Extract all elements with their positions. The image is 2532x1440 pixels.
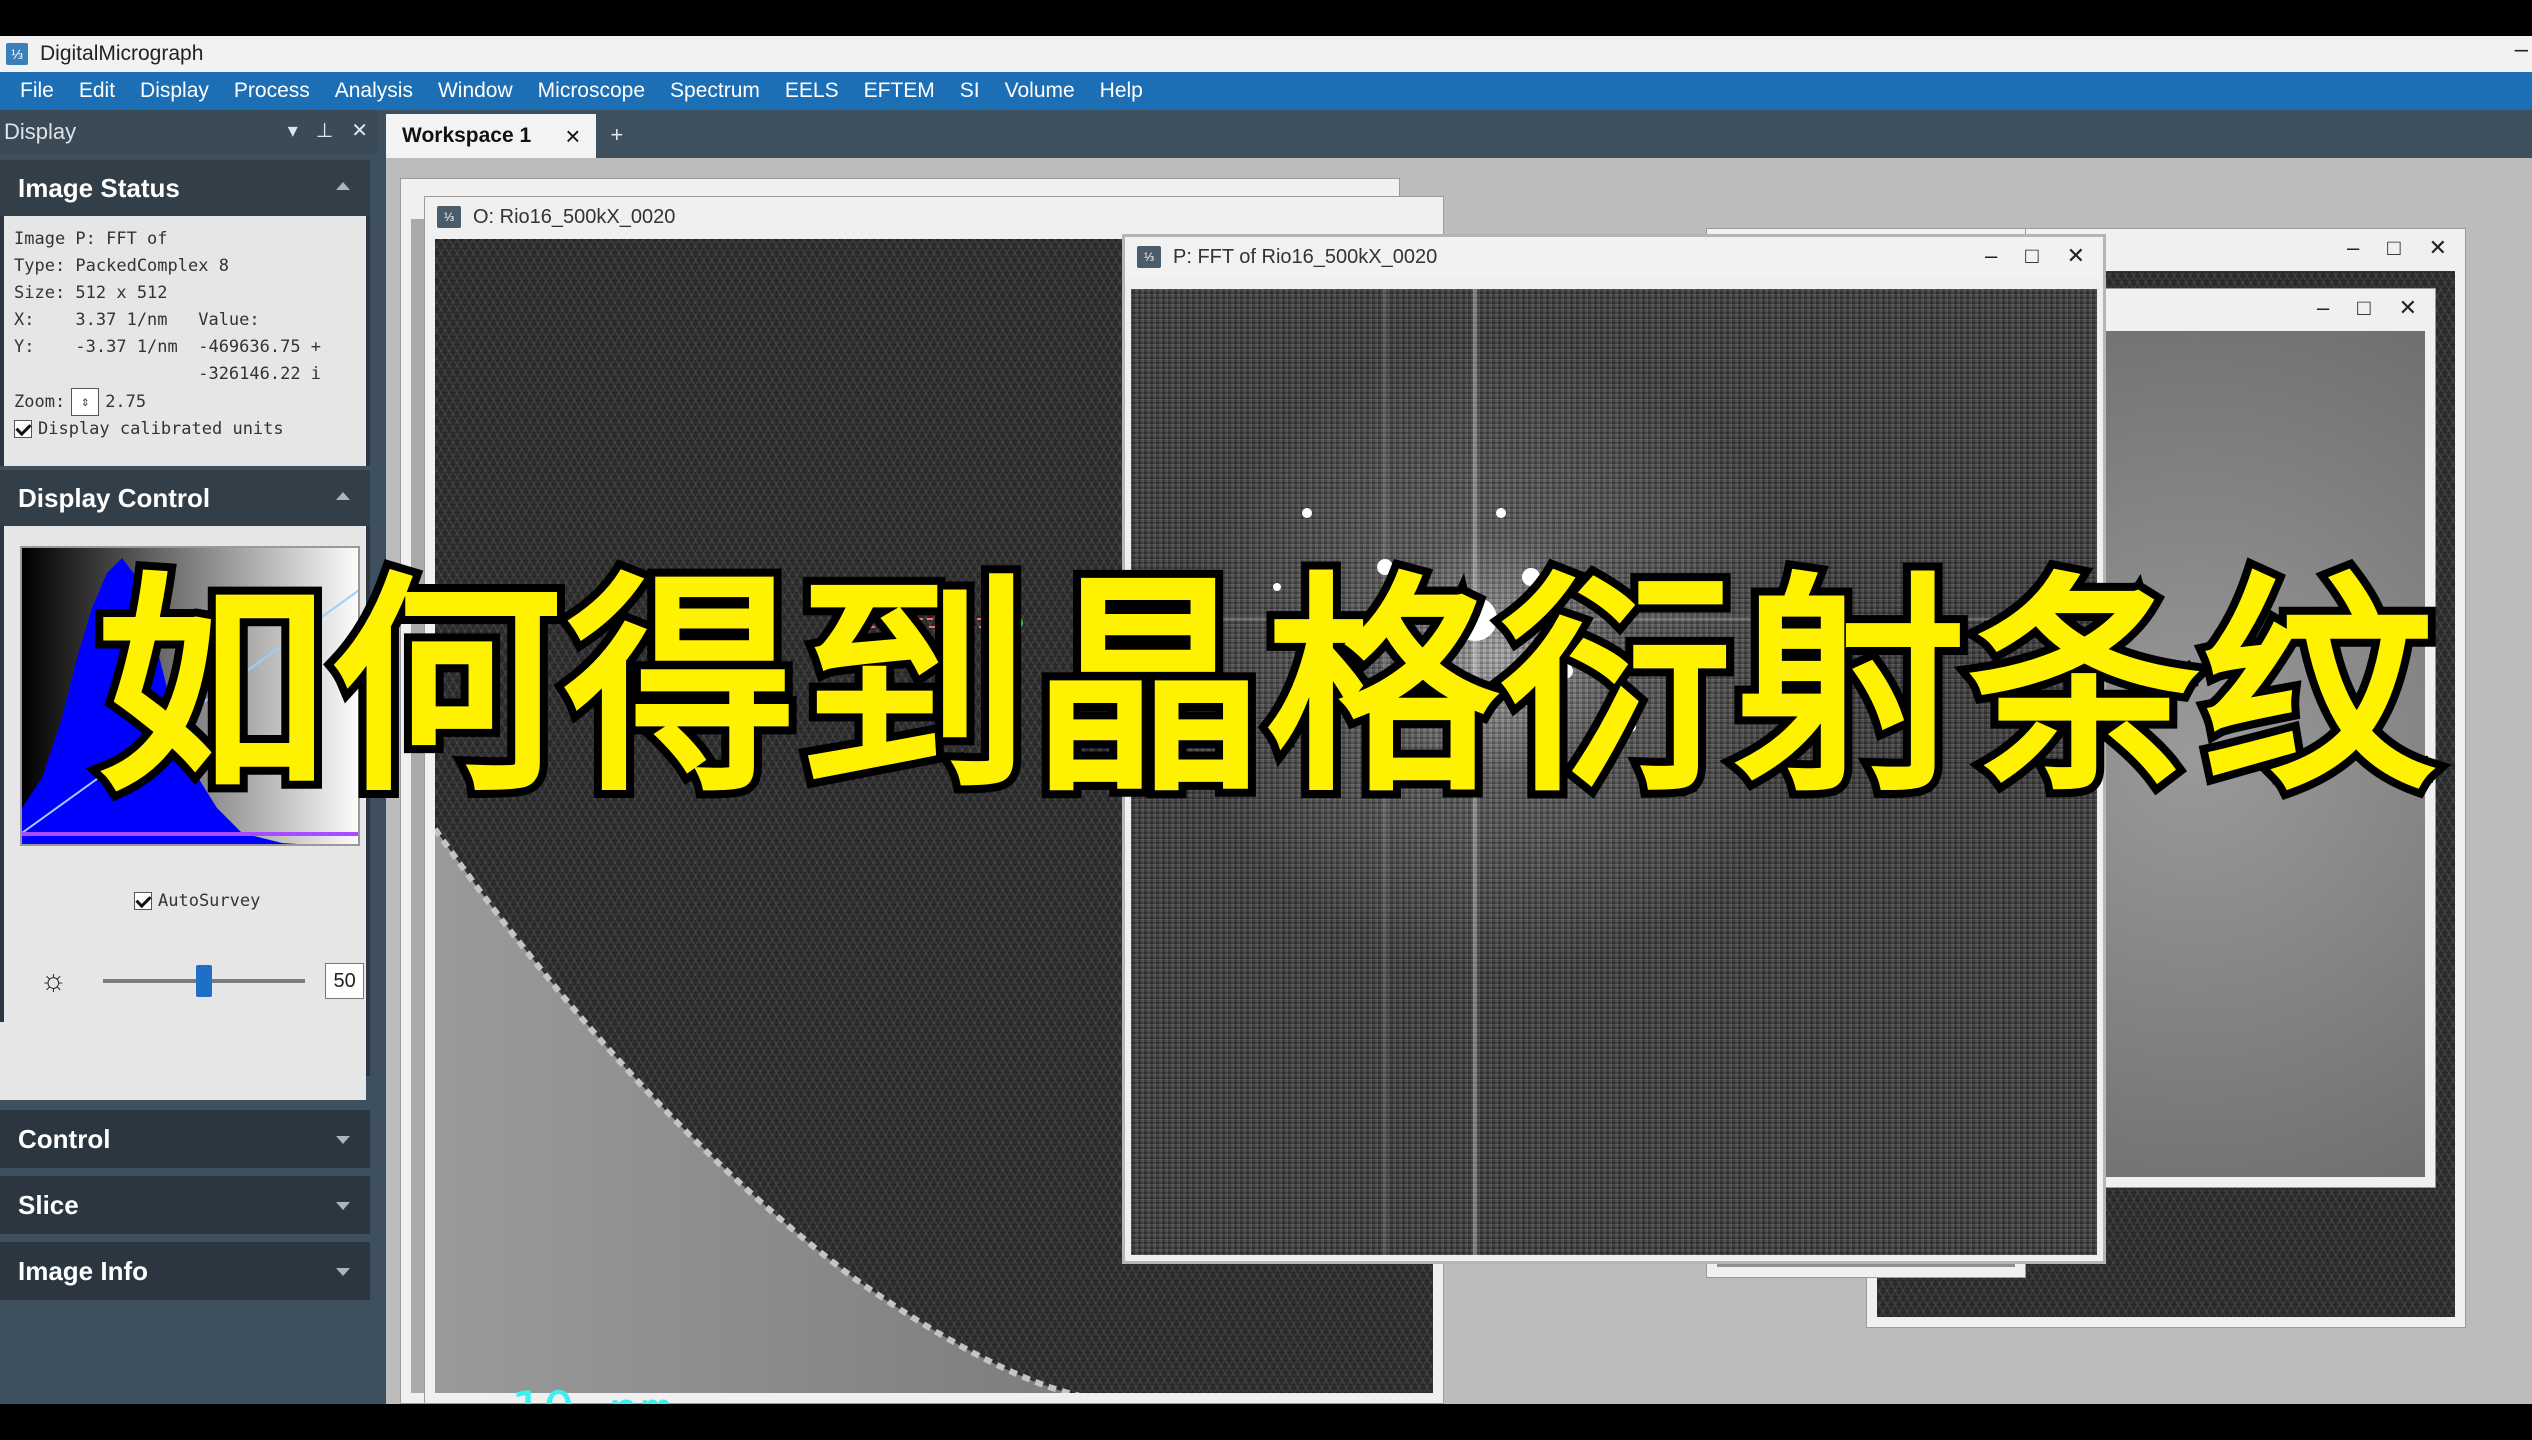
slice-panel-header[interactable]: Slice: [0, 1176, 370, 1234]
brightness-slider-row: ☼ 50: [34, 956, 364, 1006]
menu-file[interactable]: File: [20, 79, 54, 103]
app-logo-icon: ⅓: [6, 43, 28, 65]
brightness-slider-thumb[interactable]: [195, 965, 212, 997]
minimize-icon[interactable]: –: [2317, 295, 2329, 321]
control-panel-header[interactable]: Control: [0, 1110, 370, 1168]
expand-icon[interactable]: [336, 1136, 350, 1144]
status-line: Type: PackedComplex 8: [14, 256, 229, 276]
maximize-icon[interactable]: □: [2387, 235, 2400, 261]
brightness-value[interactable]: 50: [325, 963, 364, 999]
workspace-tabbar: Workspace 1 × +: [386, 110, 2532, 158]
display-control-header[interactable]: Display Control: [0, 470, 370, 526]
minimize-icon[interactable]: –: [2515, 36, 2528, 64]
close-icon[interactable]: ×: [565, 121, 580, 152]
scale-bar: 10 nm: [510, 1380, 700, 1404]
control-panel-title: Control: [18, 1123, 111, 1154]
title-bar: ⅓ DigitalMicrograph –: [0, 36, 2532, 72]
status-line: Y: -3.37 1/nm -469636.75 +: [14, 337, 322, 357]
window-titlebar: ⅓ O: Rio16_500kX_0020: [425, 197, 1443, 237]
top-letterbox: [0, 0, 2532, 36]
menu-spectrum[interactable]: Spectrum: [670, 79, 760, 103]
autosurvey-label: AutoSurvey: [158, 891, 261, 911]
video-title-overlay: 如何得到晶格衍射条纹: [88, 553, 2442, 823]
calibrated-units-checkbox[interactable]: [14, 420, 32, 438]
menu-eftem[interactable]: EFTEM: [864, 79, 935, 103]
close-icon[interactable]: ✕: [2399, 295, 2417, 321]
menu-process[interactable]: Process: [234, 79, 310, 103]
autosurvey-checkbox[interactable]: [134, 892, 152, 910]
menu-edit[interactable]: Edit: [79, 79, 115, 103]
add-tab-button[interactable]: +: [610, 122, 623, 148]
dock-header: Display ▾ ⊥ ✕: [0, 110, 378, 154]
menu-eels[interactable]: EELS: [785, 79, 839, 103]
tab-workspace-1[interactable]: Workspace 1 ×: [386, 114, 597, 158]
menu-help[interactable]: Help: [1100, 79, 1143, 103]
slice-panel-title: Slice: [18, 1189, 79, 1220]
expand-icon[interactable]: [336, 1202, 350, 1210]
maximize-icon[interactable]: □: [2025, 243, 2038, 269]
maximize-icon[interactable]: □: [2357, 295, 2370, 321]
menu-bar: File Edit Display Process Analysis Windo…: [0, 72, 2532, 110]
status-line: Image P: FFT of: [14, 229, 168, 249]
status-line: -326146.22 i: [14, 364, 322, 384]
status-line: X: 3.37 1/nm Value:: [14, 310, 260, 330]
calibrated-units-label: Display calibrated units: [38, 419, 284, 439]
collapse-icon[interactable]: [336, 182, 350, 190]
minimize-icon[interactable]: –: [2347, 235, 2359, 261]
minimize-icon[interactable]: –: [1985, 243, 1997, 269]
image-info-panel-header[interactable]: Image Info: [0, 1242, 370, 1300]
image-info-panel-title: Image Info: [18, 1255, 149, 1286]
menu-display[interactable]: Display: [140, 79, 209, 103]
image-status-header[interactable]: Image Status: [0, 160, 370, 216]
image-status-title: Image Status: [18, 172, 180, 203]
gamma-row-bg: [4, 1022, 366, 1100]
close-icon[interactable]: ✕: [2067, 243, 2085, 269]
autosurvey-row: AutoSurvey: [134, 891, 260, 911]
zoom-label: Zoom:: [14, 391, 66, 412]
menu-analysis[interactable]: Analysis: [335, 79, 413, 103]
calibrated-units-row: Display calibrated units: [14, 416, 356, 443]
display-control-title: Display Control: [18, 482, 211, 513]
zoom-value: 2.75: [105, 391, 147, 412]
menu-window[interactable]: Window: [438, 79, 513, 103]
fft-window-title: P: FFT of Rio16_500kX_0020: [1173, 245, 1438, 268]
image-status-panel: Image Status Image P: FFT of Type: Packe…: [0, 160, 370, 466]
menu-si[interactable]: SI: [960, 79, 980, 103]
bottom-letterbox: [0, 1404, 2532, 1440]
brightness-slider[interactable]: [102, 965, 306, 997]
menu-microscope[interactable]: Microscope: [538, 79, 645, 103]
image-window-icon: ⅓: [437, 206, 461, 228]
tab-label: Workspace 1: [402, 124, 532, 147]
expand-icon[interactable]: [336, 1268, 350, 1276]
dock-close-icon[interactable]: ✕: [351, 118, 368, 143]
dock-menu-icon[interactable]: ▾: [288, 118, 298, 143]
fft-window-titlebar: ⅓ P: FFT of Rio16_500kX_0020 – □ ✕: [1125, 237, 2103, 277]
image-window-title: O: Rio16_500kX_0020: [473, 205, 676, 228]
dock-title: Display: [4, 119, 77, 144]
image-status-body: Image P: FFT of Type: PackedComplex 8 Si…: [4, 216, 366, 466]
app-title: DigitalMicrograph: [40, 42, 204, 65]
brightness-icon: ☼: [39, 964, 68, 997]
menu-volume[interactable]: Volume: [1005, 79, 1075, 103]
collapse-icon[interactable]: [336, 492, 350, 500]
fft-window-icon: ⅓: [1137, 246, 1161, 268]
scale-bar-label: 10 nm: [510, 1380, 700, 1404]
window-titlebar: – □ ✕: [2087, 289, 2435, 329]
close-icon[interactable]: ✕: [2429, 235, 2447, 261]
pin-icon[interactable]: ⊥: [316, 118, 333, 143]
status-line: Size: 512 x 512: [14, 283, 168, 303]
zoom-row: Zoom: ⇕ 2.75: [14, 388, 356, 416]
zoom-stepper[interactable]: ⇕: [71, 388, 100, 416]
